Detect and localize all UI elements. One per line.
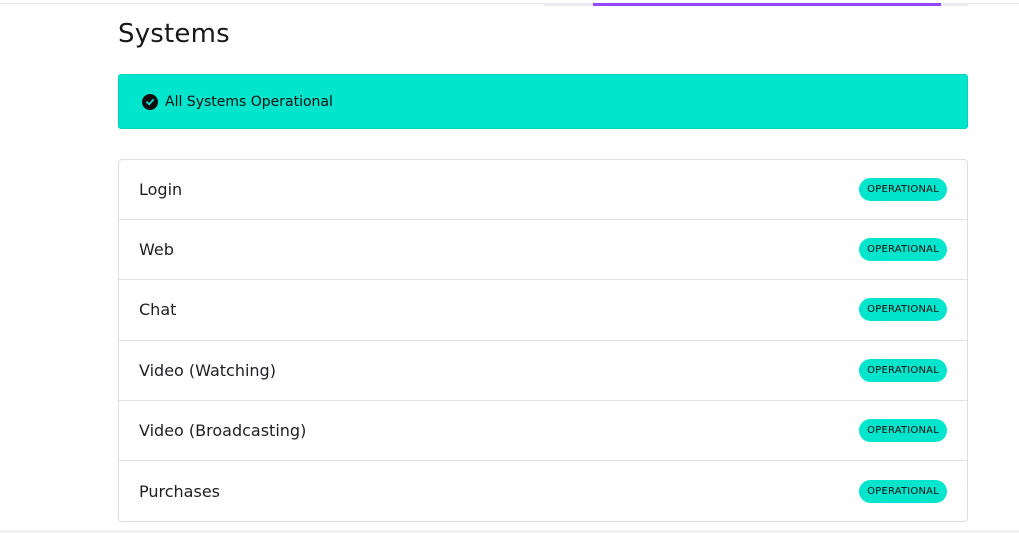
system-name: Purchases — [139, 481, 220, 501]
page-title: Systems — [118, 19, 230, 49]
overall-status-text: All Systems Operational — [165, 93, 333, 110]
system-name: Login — [139, 180, 183, 200]
active-tab-indicator — [593, 3, 941, 6]
system-row-purchases: Purchases OPERATIONAL — [119, 461, 967, 521]
status-badge: OPERATIONAL — [859, 178, 947, 202]
status-badge: OPERATIONAL — [859, 418, 947, 442]
status-page: Systems All Systems Operational Login OP… — [0, 0, 1019, 533]
system-row-login: Login OPERATIONAL — [119, 160, 967, 221]
status-badge: OPERATIONAL — [859, 479, 947, 503]
system-row-web: Web OPERATIONAL — [119, 220, 967, 281]
system-row-video-broadcasting: Video (Broadcasting) OPERATIONAL — [119, 401, 967, 461]
status-badge: OPERATIONAL — [859, 358, 947, 382]
system-name: Chat — [139, 300, 177, 320]
system-row-video-watching: Video (Watching) OPERATIONAL — [119, 341, 967, 401]
systems-list: Login OPERATIONAL Web OPERATIONAL Chat O… — [118, 159, 968, 523]
system-name: Video (Watching) — [139, 360, 276, 380]
system-name: Web — [139, 240, 174, 260]
check-circle-icon — [142, 93, 158, 110]
status-badge: OPERATIONAL — [859, 298, 947, 322]
system-name: Video (Broadcasting) — [139, 420, 307, 440]
overall-status-banner: All Systems Operational — [118, 74, 968, 129]
status-badge: OPERATIONAL — [859, 238, 947, 262]
system-row-chat: Chat OPERATIONAL — [119, 280, 967, 341]
